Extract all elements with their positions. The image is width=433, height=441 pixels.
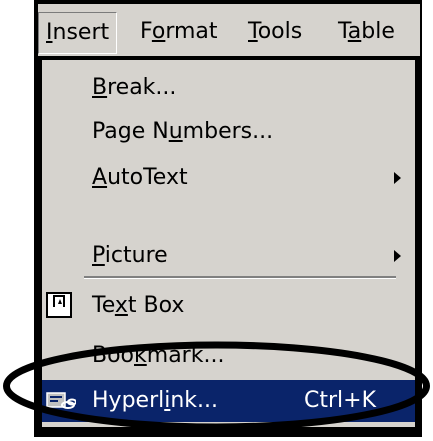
hyperlink-suffix: nk... — [170, 388, 219, 413]
picture-accel: P — [92, 243, 105, 268]
menu-item-page-numbers-label: Page Numbers... — [92, 112, 273, 152]
text-box-accel: x — [114, 293, 128, 318]
menu-item-text-box[interactable]: Text Box — [42, 286, 415, 326]
autotext-suffix: utoText — [107, 165, 188, 190]
autotext-accel: A — [92, 165, 108, 190]
text-box-suffix: t Box — [127, 293, 185, 318]
menubar-table[interactable]: Table — [338, 12, 395, 52]
submenu-arrow-icon — [394, 250, 401, 262]
menubar-format-prefix: F — [140, 19, 152, 44]
page-numbers-prefix: Page N — [92, 119, 169, 144]
hyperlink-icon — [46, 392, 76, 409]
menu-item-hyperlink-label: Hyperlink... — [92, 380, 218, 422]
menubar-format[interactable]: Format — [140, 12, 218, 52]
insert-menu-dropdown: Break... Page Numbers... AutoText Pictur… — [42, 60, 415, 427]
menu-item-hyperlink[interactable]: Hyperlink... Ctrl+K — [42, 380, 415, 422]
break-accel: B — [92, 75, 108, 100]
menu-item-bookmark-label: Bookmark... — [92, 336, 224, 376]
menu-item-autotext-label: AutoText — [92, 158, 188, 198]
hyperlink-shortcut: Ctrl+K — [304, 388, 377, 413]
page-numbers-suffix: mbers... — [182, 119, 274, 144]
menubar-tools-suffix: ools — [257, 19, 303, 44]
menubar-table-accel: a — [347, 19, 362, 44]
text-box-icon — [46, 292, 72, 318]
menu-separator — [84, 276, 396, 279]
bookmark-prefix: Boo — [92, 343, 135, 368]
menubar-table-suffix: ble — [361, 19, 395, 44]
menu-item-picture-label: Picture — [92, 236, 168, 276]
menubar-tools[interactable]: Tools — [248, 12, 302, 52]
picture-suffix: icture — [104, 243, 168, 268]
menu-item-page-numbers[interactable]: Page Numbers... — [42, 112, 415, 152]
menubar-format-accel: o — [151, 19, 166, 44]
menu-item-text-box-label: Text Box — [92, 286, 184, 326]
menubar-insert-suffix: nsert — [52, 20, 110, 45]
menu-item-bookmark[interactable]: Bookmark... — [42, 336, 415, 376]
bookmark-accel: k — [134, 343, 147, 368]
menubar-format-suffix: rmat — [165, 19, 218, 44]
menu-item-break[interactable]: Break... — [42, 68, 415, 108]
page-numbers-accel: u — [168, 119, 183, 144]
bookmark-suffix: mark... — [146, 343, 225, 368]
menubar-table-prefix: T — [338, 19, 348, 44]
hyperlink-prefix: Hyperl — [92, 388, 165, 413]
menu-item-autotext[interactable]: AutoText — [42, 158, 415, 198]
menu-bar: Insert Format Tools Table — [38, 4, 420, 56]
break-suffix: reak... — [107, 75, 177, 100]
menu-item-picture[interactable]: Picture — [42, 236, 415, 276]
menubar-tools-accel: T — [248, 19, 258, 44]
text-box-prefix: Te — [92, 293, 115, 318]
submenu-arrow-icon — [394, 172, 401, 184]
menubar-insert[interactable]: Insert — [38, 12, 118, 54]
menu-item-break-label: Break... — [92, 68, 176, 108]
